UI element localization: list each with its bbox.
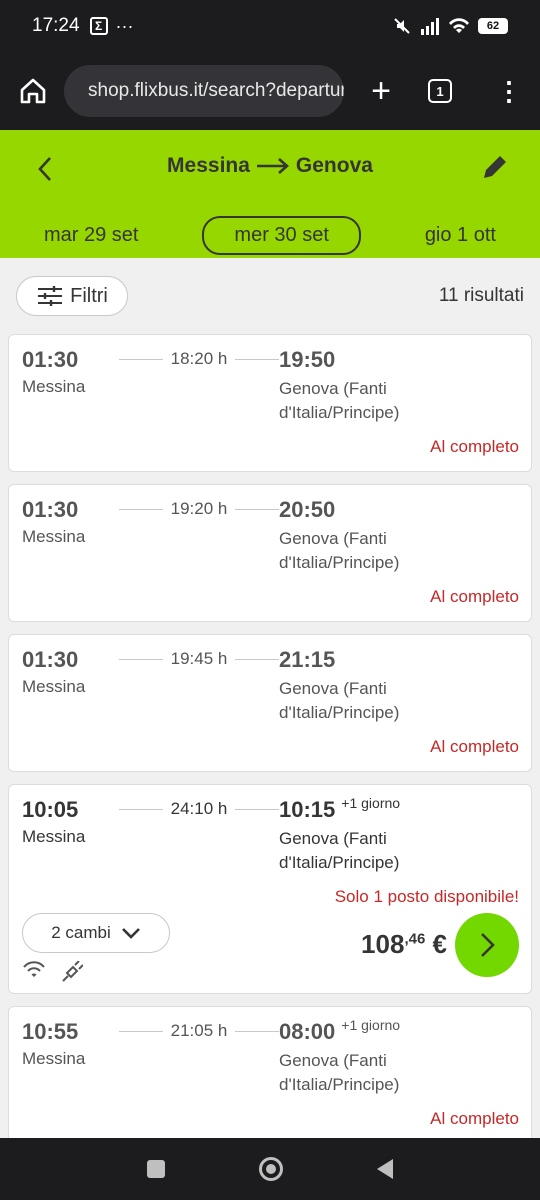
browser-toolbar: shop.flixbus.it/search?departure + 1 ⋮ <box>0 52 540 130</box>
trip-card[interactable]: 01:30 19:20 h 20:50 Messina Genova (Fant… <box>8 484 532 622</box>
arrival-time: 08:00 +1 giorno <box>279 1017 401 1044</box>
browser-menu-icon[interactable]: ⋮ <box>496 76 522 107</box>
arrival-time: 10:15 +1 giorno <box>279 795 401 822</box>
battery-indicator: 62 <box>478 18 508 34</box>
signal-icon <box>421 18 439 35</box>
route-title: Messina Genova <box>0 154 540 178</box>
date-selected[interactable]: mer 30 set <box>202 216 361 255</box>
url-field[interactable]: shop.flixbus.it/search?departure <box>64 65 344 117</box>
notification-icon: Σ <box>89 17 108 35</box>
home-icon[interactable] <box>18 76 48 106</box>
back-button[interactable] <box>377 1159 393 1179</box>
home-button[interactable] <box>259 1157 283 1181</box>
results-count: 11 risultati <box>438 285 524 306</box>
departure-city: Messina <box>22 527 86 546</box>
arrival-city: Genova (Fanti d'Italia/Principe) <box>279 529 400 572</box>
url-text: shop.flixbus.it/search?departure <box>88 80 344 101</box>
trip-card[interactable]: 01:30 19:45 h 21:15 Messina Genova (Fant… <box>8 634 532 772</box>
date-prev[interactable]: mar 29 set <box>44 224 138 247</box>
mute-icon <box>394 18 410 34</box>
ticket-price: 108,46 € <box>361 929 447 959</box>
select-trip-button[interactable] <box>455 913 519 977</box>
status-bar: 17:24 Σ ··· 62 <box>0 0 540 52</box>
arrival-time: 20:50 <box>279 497 336 522</box>
departure-city: Messina <box>22 827 86 846</box>
arrival-time: 19:50 <box>279 347 336 372</box>
power-plug-icon <box>62 961 83 982</box>
availability-status: Al completo <box>430 1109 519 1128</box>
departure-time: 01:30 <box>22 647 79 672</box>
changes-label: 2 cambi <box>51 923 111 942</box>
arrival-city: Genova (Fanti d'Italia/Principe) <box>279 829 400 872</box>
amenities <box>23 961 83 983</box>
arrival-city: Genova (Fanti d'Italia/Principe) <box>279 379 400 422</box>
next-day-label: +1 giorno <box>341 795 401 811</box>
results-toolbar: Filtri 11 risultati <box>16 276 524 316</box>
departure-time: 01:30 <box>22 347 79 372</box>
arrival-time: 21:15 <box>279 647 336 672</box>
departure-time: 10:05 <box>22 797 79 822</box>
departure-city: Messina <box>22 377 86 396</box>
edit-pencil-icon[interactable] <box>480 152 510 182</box>
trip-card[interactable]: 10:55 21:05 h 08:00 +1 giorno Messina Gen… <box>8 1006 532 1146</box>
search-header: Messina Genova mar 29 set mer 30 set gio… <box>0 130 540 258</box>
arrival-city: Genova (Fanti d'Italia/Principe) <box>279 1051 400 1094</box>
filter-label: Filtri <box>70 284 108 307</box>
wifi-icon <box>23 961 45 977</box>
availability-status: Al completo <box>430 437 519 456</box>
trip-duration: 24:10 h <box>119 799 280 819</box>
next-day-label: +1 giorno <box>341 1017 401 1033</box>
new-tab-icon[interactable]: + <box>366 72 396 111</box>
date-selector: mar 29 set mer 30 set gio 1 ott <box>0 216 540 255</box>
wifi-icon <box>449 18 469 33</box>
availability-status: Al completo <box>430 737 519 756</box>
trip-card[interactable]: 10:05 24:10 h 10:15 +1 giorno Messina Gen… <box>8 784 532 994</box>
filter-button[interactable]: Filtri <box>16 276 128 316</box>
recents-button[interactable] <box>147 1160 165 1178</box>
route-to: Genova <box>295 154 373 177</box>
trip-duration: 18:20 h <box>119 349 280 369</box>
availability-status: Solo 1 posto disponibile! <box>334 887 519 906</box>
chevron-down-icon <box>121 928 140 939</box>
departure-city: Messina <box>22 677 86 696</box>
route-from: Messina <box>167 154 250 177</box>
more-notifications-icon: ··· <box>115 15 134 36</box>
chevron-right-icon <box>481 933 495 957</box>
departure-time: 01:30 <box>22 497 79 522</box>
arrival-city: Genova (Fanti d'Italia/Principe) <box>279 679 400 722</box>
system-navigation-bar <box>0 1138 540 1200</box>
clock: 17:24 <box>32 15 80 36</box>
date-next[interactable]: gio 1 ott <box>425 224 496 247</box>
tab-switcher-button[interactable]: 1 <box>428 79 452 103</box>
trip-duration: 19:45 h <box>119 649 280 669</box>
availability-status: Al completo <box>430 587 519 606</box>
trip-card[interactable]: 01:30 18:20 h 19:50 Messina Genova (Fant… <box>8 334 532 472</box>
trip-duration: 19:20 h <box>119 499 280 519</box>
trip-duration: 21:05 h <box>119 1021 280 1041</box>
departure-city: Messina <box>22 1049 86 1068</box>
departure-time: 10:55 <box>22 1019 79 1044</box>
arrow-right-icon <box>256 158 289 174</box>
filter-sliders-icon <box>38 286 63 306</box>
changes-dropdown[interactable]: 2 cambi <box>22 913 170 953</box>
